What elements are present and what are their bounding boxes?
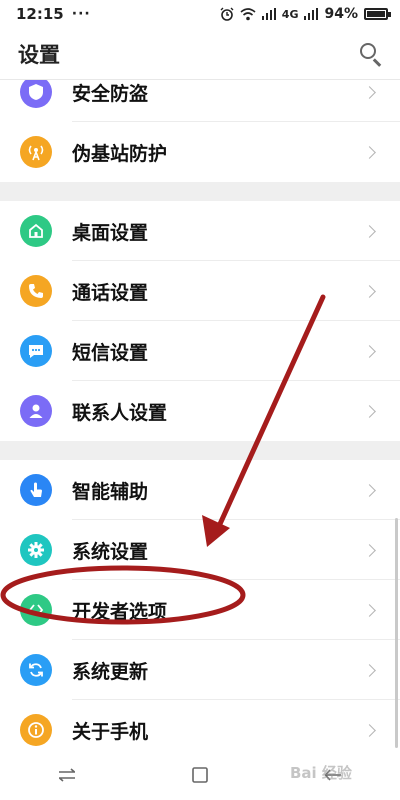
page-title: 设置	[18, 42, 60, 67]
list-item-smart-assist[interactable]: 智能辅助	[0, 460, 400, 520]
code-brackets-icon	[20, 594, 52, 626]
gear-icon	[20, 534, 52, 566]
app-header: 设置	[0, 28, 400, 80]
signal-icon	[261, 8, 276, 20]
list-item-call-settings[interactable]: 通话设置	[0, 261, 400, 321]
section-divider	[0, 441, 400, 460]
chevron-right-icon	[363, 284, 376, 298]
list-item-label: 系统更新	[72, 660, 149, 683]
list-item-label: 联系人设置	[72, 401, 168, 424]
battery-icon	[364, 8, 391, 20]
chevron-right-icon	[363, 224, 376, 238]
wifi-icon	[240, 7, 256, 20]
battery-percent: 94%	[324, 6, 358, 22]
list-item-desktop-settings[interactable]: 桌面设置	[0, 201, 400, 261]
chevron-right-icon	[363, 663, 376, 677]
alarm-icon	[220, 7, 234, 21]
list-item-label: 开发者选项	[72, 600, 168, 623]
scrollbar[interactable]	[395, 518, 398, 748]
list-item-system-update[interactable]: 系统更新	[0, 640, 400, 700]
list-item-developer-options[interactable]: 开发者选项	[0, 580, 400, 640]
network-type: 4G	[281, 7, 299, 21]
contact-icon	[20, 395, 52, 427]
info-icon	[20, 714, 52, 746]
chevron-right-icon	[363, 723, 376, 737]
chevron-right-icon	[363, 404, 376, 418]
signal-icon-2	[304, 8, 319, 20]
list-item-label: 桌面设置	[72, 221, 149, 244]
list-item-label: 伪基站防护	[72, 142, 168, 165]
search-icon[interactable]	[358, 41, 384, 67]
message-icon	[20, 335, 52, 367]
chevron-right-icon	[363, 85, 376, 99]
settings-list: 安全防盗 伪基站防护 桌面设置 通话设置 短信设置 联系人设置 智能辅助 系统设…	[0, 62, 400, 760]
chevron-right-icon	[363, 145, 376, 159]
shield-icon	[20, 76, 52, 108]
list-item-label: 系统设置	[72, 540, 149, 563]
home-icon	[20, 215, 52, 247]
notification-dots: ···	[71, 6, 91, 22]
home-square-icon[interactable]	[180, 755, 220, 795]
list-item-label: 短信设置	[72, 341, 149, 364]
watermark: Bai 经验	[290, 764, 352, 782]
chevron-right-icon	[363, 483, 376, 497]
refresh-icon	[20, 654, 52, 686]
list-item-pseudo-base-station[interactable]: 伪基站防护	[0, 122, 400, 182]
list-item-label: 关于手机	[72, 720, 149, 743]
status-right: 4G 94%	[220, 6, 391, 22]
chevron-right-icon	[363, 344, 376, 358]
list-item-label: 安全防盗	[72, 82, 149, 105]
chevron-right-icon	[363, 543, 376, 557]
signal-tower-icon	[20, 136, 52, 168]
hand-tap-icon	[20, 474, 52, 506]
list-item-label: 智能辅助	[72, 480, 149, 503]
menu-icon[interactable]	[47, 755, 87, 795]
chevron-right-icon	[363, 603, 376, 617]
list-item-system-settings[interactable]: 系统设置	[0, 520, 400, 580]
list-item-label: 通话设置	[72, 281, 149, 304]
section-divider	[0, 182, 400, 201]
phone-icon	[20, 275, 52, 307]
list-item-sms-settings[interactable]: 短信设置	[0, 321, 400, 381]
status-time: 12:15	[16, 5, 64, 23]
list-item-contacts-settings[interactable]: 联系人设置	[0, 381, 400, 441]
status-bar: 12:15 ··· 4G 94%	[0, 0, 400, 28]
